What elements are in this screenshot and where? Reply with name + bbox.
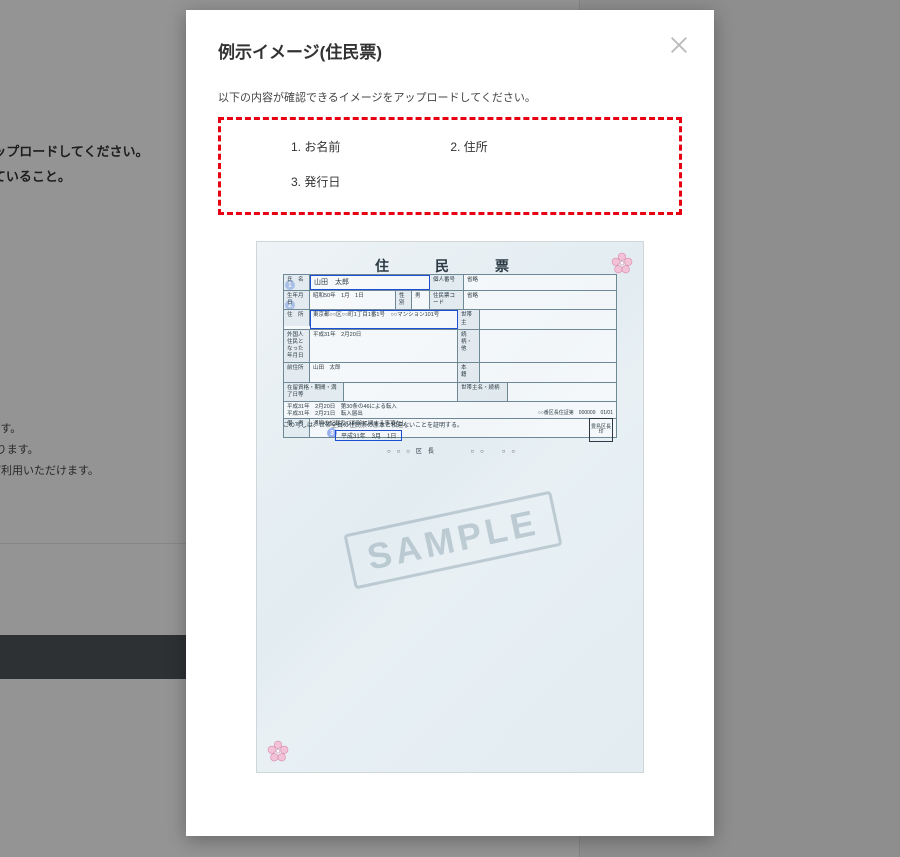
field-value bbox=[344, 383, 458, 401]
field-label: 氏 名 bbox=[284, 275, 310, 290]
mayor-line: ○○○区長 ○○ ○○ bbox=[387, 446, 521, 455]
field-label: 世帯主名・続柄 bbox=[458, 383, 508, 401]
field-label: 住 所 bbox=[284, 310, 310, 326]
required-fields-box: 1. お名前 2. 住所 3. 発行日 bbox=[218, 117, 682, 215]
field-value: 省略 bbox=[464, 275, 508, 290]
certification-line: この写しは、世帯全員の住民票の原本と相違ないことを証明する。 bbox=[283, 420, 463, 429]
field-value bbox=[480, 330, 616, 363]
modal-title: 例示イメージ(住民票) bbox=[218, 38, 682, 63]
document-heading: 住 民 票 bbox=[257, 256, 643, 276]
required-field: 2. 住所 bbox=[450, 138, 487, 155]
issuer-number: ○○番区長住証第 000009 01/01 bbox=[538, 409, 613, 416]
field-label: 本 籍 bbox=[458, 363, 480, 381]
required-field: 3. 発行日 bbox=[291, 175, 340, 189]
field-label: 続柄・他 bbox=[458, 330, 480, 363]
field-label: 性別 bbox=[396, 291, 412, 309]
sample-document: 住 民 票 1 2 3 氏 名 山田 太郎 個人番号 省略 生年月日 昭和50年… bbox=[256, 241, 644, 773]
field-value: 平成31年 2月20日 bbox=[310, 330, 458, 363]
field-value bbox=[480, 310, 616, 328]
field-label: 在留資格・期間・満了日等 bbox=[284, 383, 344, 401]
issuer-seal: 豊島区長印 bbox=[589, 418, 613, 442]
issue-date: 平成31年 3月 1日 bbox=[335, 430, 402, 441]
field-value: 男 bbox=[412, 291, 430, 309]
field-label: 外国人住民となった年月日 bbox=[284, 330, 310, 363]
sample-watermark: SAMPLE bbox=[343, 491, 562, 590]
field-label: 住民票コード bbox=[430, 291, 464, 309]
modal-subtitle: 以下の内容が確認できるイメージをアップロードしてください。 bbox=[218, 89, 682, 105]
field-value: 昭和50年 1月 1日 bbox=[310, 291, 396, 309]
field-value: 山田 太郎 bbox=[310, 363, 458, 381]
field-value bbox=[508, 383, 616, 401]
cherry-blossom-icon bbox=[263, 736, 293, 766]
field-label: 個人番号 bbox=[430, 275, 464, 290]
field-label: 生年月日 bbox=[284, 291, 310, 309]
field-value: 省略 bbox=[464, 291, 508, 309]
field-label: 世帯主 bbox=[458, 310, 480, 328]
close-icon[interactable] bbox=[668, 34, 690, 61]
modal-overlay[interactable]: 例示イメージ(住民票) 以下の内容が確認できるイメージをアップロードしてください… bbox=[0, 0, 900, 857]
field-label: 前住所 bbox=[284, 363, 310, 381]
field-value bbox=[480, 363, 616, 381]
required-field: 1. お名前 bbox=[291, 138, 340, 155]
address-value: 東京都○○区○○町1丁目1番1号 ○○マンション101号 bbox=[310, 310, 458, 328]
example-image-modal: 例示イメージ(住民票) 以下の内容が確認できるイメージをアップロードしてください… bbox=[186, 10, 714, 836]
name-value: 山田 太郎 bbox=[310, 275, 430, 290]
